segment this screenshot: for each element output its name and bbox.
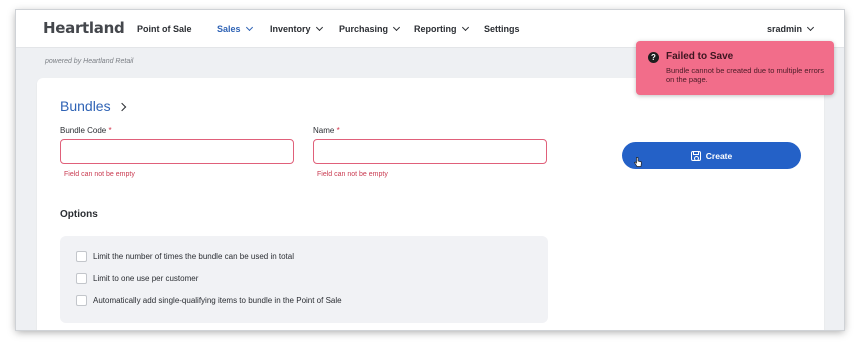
chevron-down-icon [461,23,469,32]
nav-sales-label: Sales [217,24,241,34]
nav-point-of-sale[interactable]: Point of Sale [137,24,192,34]
user-name: sradmin [767,24,803,34]
bundle-code-label: Bundle Code * [60,126,112,135]
checkbox[interactable] [76,273,87,284]
page-title: Bundles [60,98,111,114]
nav-purchasing[interactable]: Purchasing [339,23,401,34]
options-heading: Options [60,209,98,220]
create-button[interactable]: Create [622,142,801,169]
option-auto-add-items[interactable]: Automatically add single-qualifying item… [76,295,342,306]
bundle-code-input[interactable] [60,139,294,164]
option-label: Limit the number of times the bundle can… [93,252,295,261]
chevron-down-icon [806,23,815,32]
name-label: Name * [313,126,340,135]
question-circle-icon: ? [648,52,659,63]
options-panel: Limit the number of times the bundle can… [60,236,548,323]
chevron-right-icon [117,102,127,112]
name-error: Field can not be empty [317,171,388,178]
nav-settings[interactable]: Settings [484,24,520,34]
nav-reporting-label: Reporting [414,24,457,34]
required-mark: * [336,126,340,135]
toast-message: Bundle cannot be created due to multiple… [666,66,825,84]
toast-title: Failed to Save [666,51,734,62]
option-label: Automatically add single-qualifying item… [93,296,342,305]
user-menu[interactable]: sradmin [767,23,815,34]
nav-purchasing-label: Purchasing [339,24,389,34]
pointer-cursor-icon [634,157,642,167]
name-input[interactable] [313,139,547,164]
error-toast[interactable]: ? Failed to Save Bundle cannot be create… [636,41,834,95]
required-mark: * [108,126,112,135]
checkbox[interactable] [76,295,87,306]
powered-by-text: powered by Heartland Retail [45,58,134,65]
app-window: Heartland Point of Sale Sales Inventory … [16,10,844,330]
chevron-down-icon [392,23,401,32]
nav-inventory-label: Inventory [270,24,311,34]
option-limit-total-uses[interactable]: Limit the number of times the bundle can… [76,251,294,262]
create-button-label: Create [705,150,733,161]
option-one-use-per-customer[interactable]: Limit to one use per customer [76,273,198,284]
checkbox[interactable] [76,251,87,262]
bundle-code-error: Field can not be empty [64,171,135,178]
option-label: Limit to one use per customer [93,274,199,283]
bundle-code-label-text: Bundle Code [60,126,107,135]
nav-reporting[interactable]: Reporting [414,23,469,34]
nav-sales[interactable]: Sales [217,23,253,34]
bundle-form-card: Bundles Bundle Code * Field can not be e… [37,78,824,330]
chevron-down-icon [245,23,253,32]
nav-inventory[interactable]: Inventory [270,23,323,34]
chevron-down-icon [315,23,323,32]
save-icon [690,150,701,161]
heartland-logo[interactable]: Heartland [43,19,125,37]
name-label-text: Name [313,126,335,135]
